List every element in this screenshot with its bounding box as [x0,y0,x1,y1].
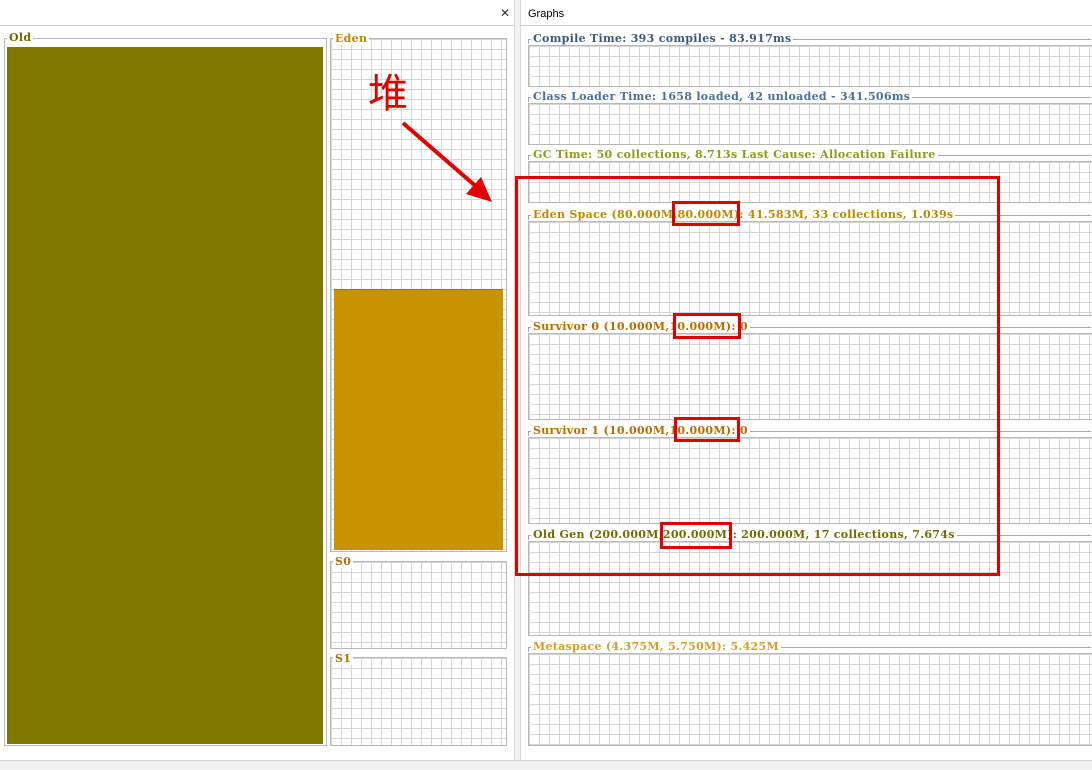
graphs-tab-label: Graphs [528,8,565,20]
compile-time-graph [528,45,1092,87]
metaspace-graph [528,653,1092,746]
compile-time-title: Compile Time: 393 compiles - 83.917ms [531,32,794,45]
eden-space-label: Eden [333,32,370,45]
old-space-label: Old [7,31,34,44]
close-icon[interactable]: ✕ [498,6,512,20]
eden-space-fill [334,289,503,550]
s1-space-label: S1 [333,652,354,665]
gc-time-title: GC Time: 50 collections, 8.713s Last Cau… [531,148,938,161]
survivor-1-max-highlight [674,417,740,442]
survivor-0-max-highlight [673,313,741,339]
heap-annotation-label: 堆 [368,71,408,117]
eden-max-highlight [672,201,740,226]
left-panel-header [0,3,514,26]
metaspace-title: Metaspace (4.375M, 5.750M): 5.425M [531,640,781,653]
class-loader-graph [528,103,1092,145]
old-space-fill [7,47,323,744]
s1-space-panel [330,657,507,746]
arrow-icon [401,121,492,202]
class-loader-title: Class Loader Time: 1658 loaded, 42 unloa… [531,90,913,103]
graphs-tab[interactable]: Graphs [520,3,1092,26]
s0-space-label: S0 [333,555,354,568]
heap-highlight-box [515,176,1000,576]
old-gen-max-highlight [660,522,732,549]
s0-space-panel [330,561,507,649]
